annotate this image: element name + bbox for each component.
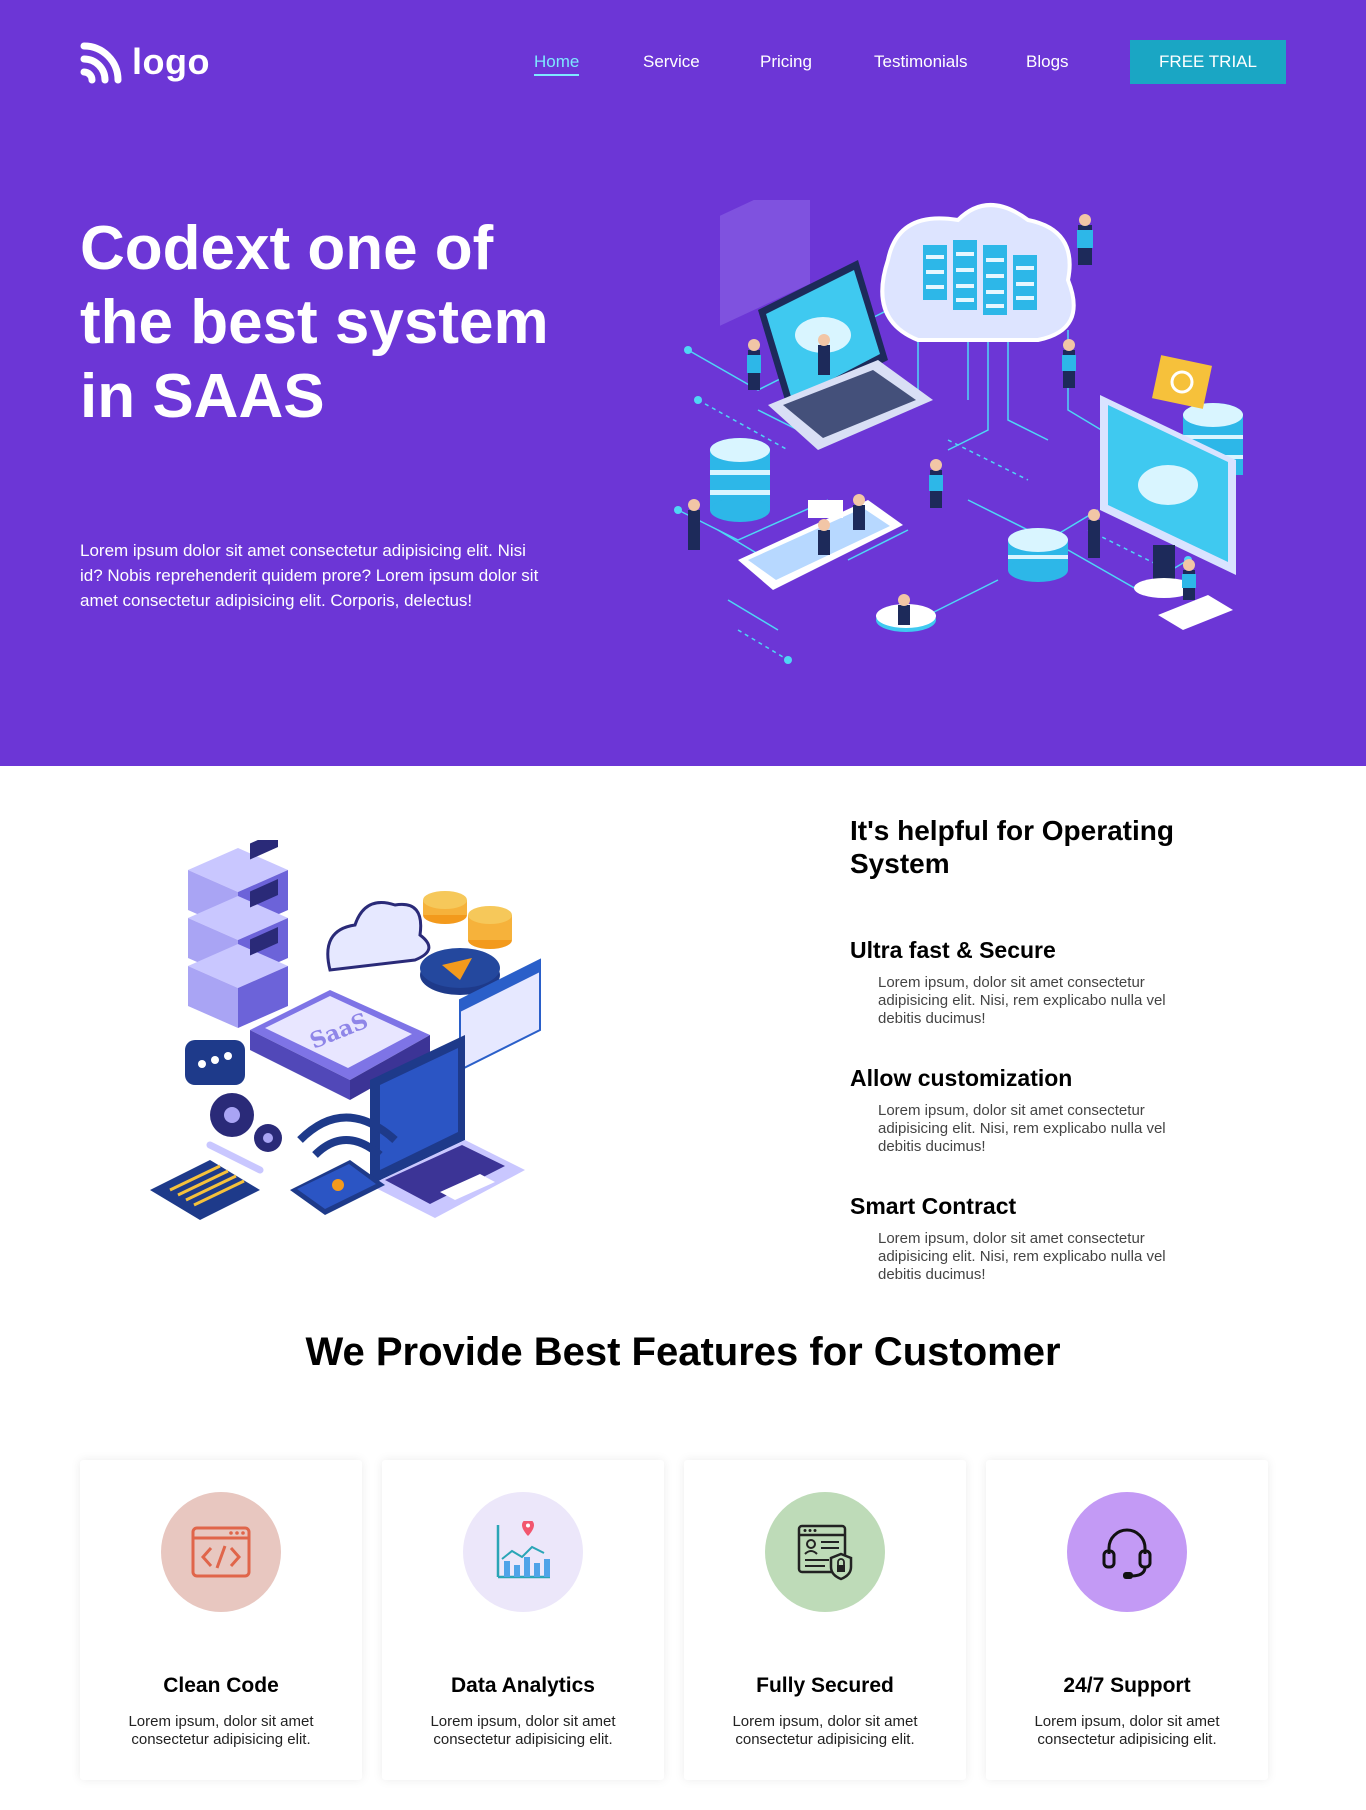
nav-blogs[interactable]: Blogs	[1026, 52, 1069, 72]
logo[interactable]: logo	[80, 40, 210, 84]
card-title: Data Analytics	[451, 1674, 595, 1697]
card-icon-circle	[463, 1492, 583, 1612]
card-data-analytics[interactable]: Data Analytics Lorem ipsum, dolor sit am…	[382, 1460, 664, 1780]
analytics-chart-icon	[496, 1521, 550, 1579]
features-section-title: We Provide Best Features for Customer	[305, 1330, 1061, 1374]
card-support[interactable]: 24/7 Support Lorem ipsum, dolor sit amet…	[986, 1460, 1268, 1780]
card-icon-circle	[161, 1492, 281, 1612]
feature-text: Lorem ipsum, dolor sit amet consectetur …	[878, 1230, 1166, 1283]
os-section-title: It's helpful for Operating System	[850, 815, 1174, 879]
feature-title: Ultra fast & Secure	[850, 937, 1056, 963]
code-window-icon	[191, 1526, 251, 1578]
feature-text: Lorem ipsum, dolor sit amet consectetur …	[878, 974, 1166, 1027]
feature-title: Allow customization	[850, 1065, 1073, 1091]
hero-illustration	[674, 200, 1243, 664]
saas-illustration: SaaS	[150, 840, 541, 1220]
secure-document-icon	[797, 1524, 853, 1581]
hero-section: logo Home Service Pricing Testimonials B…	[0, 0, 1366, 766]
hero-title: Codext one of the best system in SAAS	[80, 214, 549, 431]
card-text: Lorem ipsum, dolor sit amet consectetur …	[128, 1713, 314, 1748]
card-text: Lorem ipsum, dolor sit amet consectetur …	[732, 1713, 918, 1748]
feature-title: Smart Contract	[850, 1193, 1017, 1219]
nav-home[interactable]: Home	[534, 52, 580, 76]
card-icon-circle	[765, 1492, 885, 1612]
card-icon-circle	[1067, 1492, 1187, 1612]
feature-text: Lorem ipsum, dolor sit amet consectetur …	[878, 1102, 1166, 1155]
feature-smart-contract: Smart Contract Lorem ipsum, dolor sit am…	[850, 1192, 1230, 1284]
feature-customization: Allow customization Lorem ipsum, dolor s…	[850, 1064, 1230, 1156]
card-clean-code[interactable]: Clean Code Lorem ipsum, dolor sit amet c…	[80, 1460, 362, 1780]
card-title: 24/7 Support	[1063, 1674, 1191, 1697]
hero-text: Lorem ipsum dolor sit amet consectetur a…	[80, 541, 539, 610]
logo-icon	[80, 42, 122, 84]
nav-service[interactable]: Service	[643, 52, 700, 72]
nav-pricing[interactable]: Pricing	[760, 52, 812, 72]
card-text: Lorem ipsum, dolor sit amet consectetur …	[1034, 1713, 1220, 1748]
headset-icon	[1102, 1528, 1152, 1579]
free-trial-button[interactable]: FREE TRIAL	[1130, 40, 1286, 84]
card-title: Clean Code	[163, 1674, 279, 1697]
card-text: Lorem ipsum, dolor sit amet consectetur …	[430, 1713, 616, 1748]
card-fully-secured[interactable]: Fully Secured Lorem ipsum, dolor sit ame…	[684, 1460, 966, 1780]
logo-text: logo	[132, 41, 210, 82]
nav-testimonials[interactable]: Testimonials	[874, 52, 968, 72]
card-title: Fully Secured	[756, 1674, 894, 1697]
feature-ultra-fast: Ultra fast & Secure Lorem ipsum, dolor s…	[850, 936, 1230, 1028]
